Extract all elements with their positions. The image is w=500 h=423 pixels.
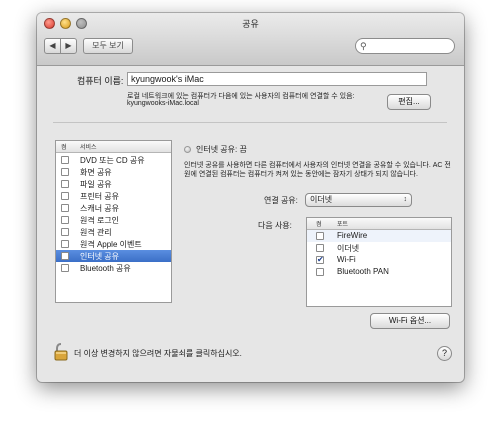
status-indicator-icon bbox=[184, 146, 191, 153]
computer-name-info-line2: kyungwooks-iMac.local bbox=[127, 100, 199, 107]
forward-arrow-icon: ▶ bbox=[65, 41, 72, 50]
port-label: FireWire bbox=[337, 231, 368, 240]
ports-header-on: 켬 bbox=[316, 222, 322, 228]
back-button[interactable]: ◀ bbox=[44, 38, 61, 54]
internet-sharing-status: 인터넷 공유: 끔 bbox=[196, 145, 247, 154]
services-header-on: 켬 bbox=[61, 145, 67, 151]
checkmark-icon: ✔ bbox=[317, 255, 324, 264]
ports-header-port: 포트 bbox=[337, 222, 349, 228]
wifi-options-button[interactable]: Wi-Fi 옵션... bbox=[370, 313, 450, 329]
service-row-printer-sharing[interactable]: 프린터 공유 bbox=[56, 190, 171, 202]
service-checkbox[interactable] bbox=[61, 192, 69, 200]
service-row-remote-management[interactable]: 원격 관리 bbox=[56, 226, 171, 238]
computer-name-field[interactable]: kyungwook's iMac bbox=[127, 72, 427, 86]
computer-name-label: 컴퓨터 이름: bbox=[77, 76, 124, 86]
port-row-bluetooth-pan[interactable]: Bluetooth PAN bbox=[307, 266, 451, 278]
ports-list[interactable]: 켬 포트 FireWire 이더넷 ✔ Wi-Fi Bluetooth PAN bbox=[306, 217, 452, 307]
port-row-firewire[interactable]: FireWire bbox=[307, 230, 451, 242]
to-computers-label: 다음 사용: bbox=[258, 221, 292, 230]
services-header-service: 서비스 bbox=[80, 145, 97, 151]
separator bbox=[53, 122, 447, 123]
internet-sharing-description-line2: 원에 연결된 컴퓨터는 컴퓨터가 켜져 있는 동안에는 잠자기 상태가 되지 않… bbox=[184, 171, 418, 178]
service-label: Bluetooth 공유 bbox=[80, 264, 131, 273]
service-checkbox[interactable] bbox=[61, 264, 69, 272]
service-checkbox[interactable] bbox=[61, 240, 69, 248]
back-arrow-icon: ◀ bbox=[49, 41, 56, 50]
window-title: 공유 bbox=[242, 19, 259, 29]
service-checkbox[interactable] bbox=[61, 204, 69, 212]
port-checkbox-checked[interactable]: ✔ bbox=[316, 256, 324, 264]
service-checkbox[interactable] bbox=[61, 168, 69, 176]
service-label: 원격 로그인 bbox=[80, 216, 120, 225]
service-checkbox[interactable] bbox=[61, 156, 69, 164]
ports-list-header: 켬 포트 bbox=[307, 218, 451, 230]
port-checkbox[interactable] bbox=[316, 268, 324, 276]
share-from-value: 이더넷 bbox=[310, 195, 333, 204]
search-icon: ⚲ bbox=[360, 41, 367, 51]
port-checkbox[interactable] bbox=[316, 232, 324, 240]
service-checkbox[interactable] bbox=[61, 180, 69, 188]
service-label: 파일 공유 bbox=[80, 180, 112, 189]
service-label: 원격 관리 bbox=[80, 228, 112, 237]
service-checkbox[interactable] bbox=[61, 216, 69, 224]
service-label: 원격 Apple 이벤트 bbox=[80, 240, 142, 249]
services-list-header: 켬 서비스 bbox=[56, 141, 171, 153]
show-all-button[interactable]: 모두 보기 bbox=[83, 38, 133, 54]
port-label: 이더넷 bbox=[337, 244, 360, 253]
service-row-internet-sharing[interactable]: 인터넷 공유 bbox=[56, 250, 171, 262]
service-row-file-sharing[interactable]: 파일 공유 bbox=[56, 178, 171, 190]
search-field[interactable]: ⚲ bbox=[355, 38, 455, 54]
edit-button[interactable]: 편집... bbox=[387, 94, 431, 110]
lock-message: 더 이상 변경하지 않으려면 자물쇠를 클릭하십시오. bbox=[74, 349, 242, 358]
lock-icon[interactable] bbox=[54, 343, 68, 361]
service-checkbox[interactable] bbox=[61, 228, 69, 236]
port-label: Wi-Fi bbox=[337, 255, 356, 264]
service-label: 인터넷 공유 bbox=[80, 252, 120, 261]
share-from-popup[interactable]: 이더넷 ↕ bbox=[305, 193, 412, 207]
port-row-wifi[interactable]: ✔ Wi-Fi bbox=[307, 254, 451, 266]
port-row-ethernet[interactable]: 이더넷 bbox=[307, 242, 451, 254]
help-button[interactable]: ? bbox=[437, 346, 452, 361]
service-checkbox[interactable] bbox=[61, 252, 69, 260]
service-row-bluetooth-sharing[interactable]: Bluetooth 공유 bbox=[56, 262, 171, 274]
service-row-remote-login[interactable]: 원격 로그인 bbox=[56, 214, 171, 226]
service-label: DVD 또는 CD 공유 bbox=[80, 156, 145, 165]
sharing-window: 공유 ◀ ▶ 모두 보기 ⚲ 컴퓨터 이름: kyungwook's iMac … bbox=[37, 13, 464, 382]
services-list[interactable]: 켬 서비스 DVD 또는 CD 공유 화면 공유 파일 공유 프린터 공유 스캐… bbox=[55, 140, 172, 303]
service-row-remote-apple-events[interactable]: 원격 Apple 이벤트 bbox=[56, 238, 171, 250]
service-row-dvd[interactable]: DVD 또는 CD 공유 bbox=[56, 154, 171, 166]
service-label: 프린터 공유 bbox=[80, 192, 120, 201]
service-label: 스캐너 공유 bbox=[80, 204, 120, 213]
service-row-screen-sharing[interactable]: 화면 공유 bbox=[56, 166, 171, 178]
port-checkbox[interactable] bbox=[316, 244, 324, 252]
popup-arrows-icon: ↕ bbox=[403, 196, 408, 203]
service-row-scanner-sharing[interactable]: 스캐너 공유 bbox=[56, 202, 171, 214]
preferences-content: 컴퓨터 이름: kyungwook's iMac 로컬 네트워크에 있는 컴퓨터… bbox=[37, 66, 464, 382]
port-label: Bluetooth PAN bbox=[337, 267, 389, 276]
forward-button[interactable]: ▶ bbox=[60, 38, 77, 54]
share-from-label: 연결 공유: bbox=[264, 196, 298, 205]
title-bar: 공유 ◀ ▶ 모두 보기 ⚲ bbox=[37, 13, 464, 66]
service-label: 화면 공유 bbox=[80, 168, 112, 177]
